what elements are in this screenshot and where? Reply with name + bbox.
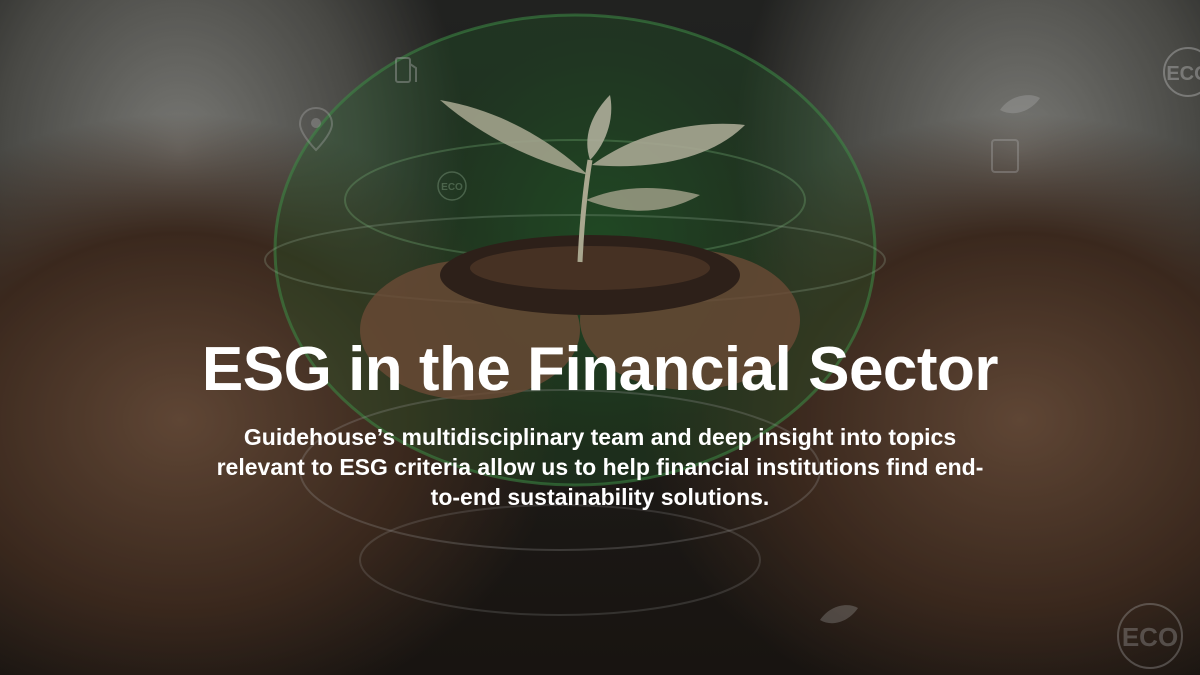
hero-banner: ECO ECO ECO ESG in the Financial Sector … <box>0 0 1200 675</box>
page-title: ESG in the Financial Sector <box>201 335 999 404</box>
hero-copy: ESG in the Financial Sector Guidehouse’s… <box>0 332 1200 512</box>
hero-description: Guidehouse’s multidisciplinary team and … <box>216 424 984 510</box>
